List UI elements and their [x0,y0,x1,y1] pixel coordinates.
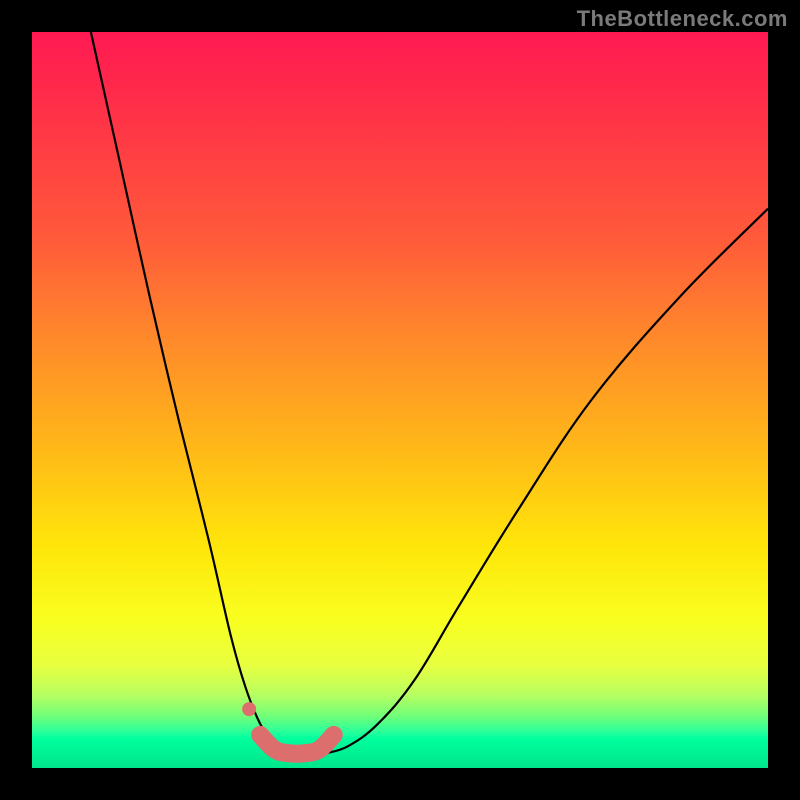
plot-area [32,32,768,768]
series-right-curve [326,209,768,754]
chart-frame: TheBottleneck.com [0,0,800,800]
series-bottom-dot-left [242,702,256,716]
series-left-curve [91,32,290,754]
series-bottom-arc-main [260,735,334,754]
watermark-text: TheBottleneck.com [577,6,788,32]
chart-svg [32,32,768,768]
